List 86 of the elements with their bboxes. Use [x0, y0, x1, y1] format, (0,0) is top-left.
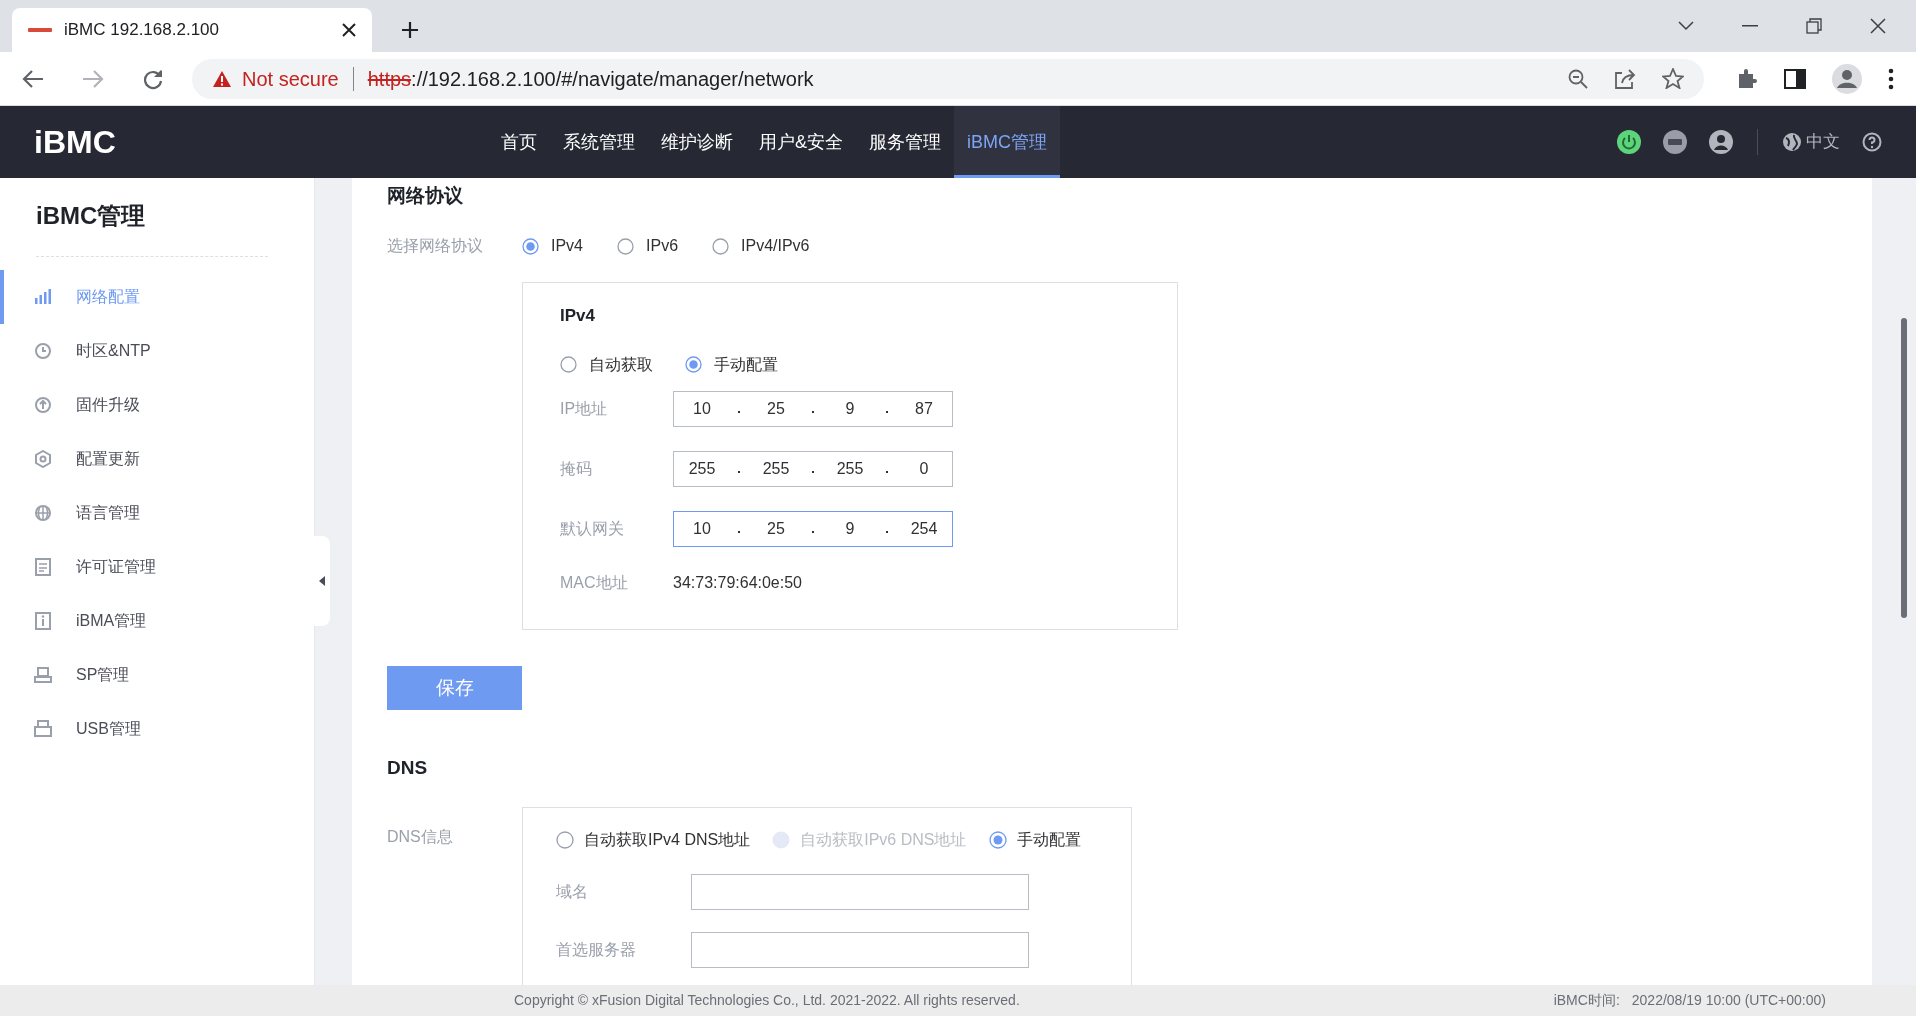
tab-search-icon[interactable]: [1678, 21, 1694, 31]
time-value: 2022/08/19 10:00 (UTC+00:00): [1631, 991, 1826, 1010]
hexagon-icon: [34, 450, 52, 468]
sidebar-title: iBMC管理: [36, 201, 147, 231]
star-icon[interactable]: [1662, 68, 1684, 89]
radio-label: 手动配置: [714, 354, 778, 375]
sidebar-item[interactable]: 时区&NTP: [0, 324, 314, 378]
share-icon[interactable]: [1614, 68, 1636, 89]
input-field[interactable]: [691, 873, 1029, 910]
profile-icon[interactable]: [1832, 63, 1862, 94]
help-icon[interactable]: [1862, 132, 1882, 152]
nav-tab[interactable]: 首页: [488, 106, 550, 178]
browser-tab[interactable]: iBMC 192.168.2.100: [12, 8, 372, 52]
drive-icon: [34, 720, 52, 738]
nav-tab[interactable]: 系统管理: [550, 106, 648, 178]
restore-icon[interactable]: [1806, 18, 1822, 34]
favicon-icon: [28, 26, 52, 34]
input-field[interactable]: [691, 931, 1029, 968]
ip-address-field[interactable]: 255 255 255 0: [673, 450, 953, 487]
minimize-icon[interactable]: [1742, 25, 1758, 27]
clock-icon: [34, 342, 52, 360]
close-icon[interactable]: [1870, 18, 1886, 34]
radio-label: 自动获取IPv4 DNS地址: [584, 829, 751, 850]
security-warning: Not secure: [242, 66, 339, 92]
radio-label: IPv6: [646, 236, 679, 256]
extensions-icon[interactable]: [1736, 67, 1758, 90]
nav-tab[interactable]: 用户&安全: [746, 106, 856, 178]
sidebar-item[interactable]: 固件升级: [0, 378, 314, 432]
url-text: https://192.168.2.100/#/navigate/manager/network: [367, 66, 814, 92]
power-icon[interactable]: [1617, 130, 1641, 154]
logo: iBMC: [34, 123, 117, 162]
radio-label: IPv4: [551, 236, 583, 256]
radio-label: 自动获取: [589, 354, 653, 375]
radio-label: 自动获取IPv6 DNS地址: [800, 829, 967, 850]
panel-title: IPv4: [560, 305, 596, 327]
printer-icon: [34, 666, 52, 684]
radio-button[interactable]: [556, 830, 574, 849]
ip-address-field[interactable]: 10 25 9 87: [673, 390, 953, 427]
warning-icon: [212, 69, 232, 88]
zoom-icon[interactable]: [1568, 68, 1588, 89]
close-icon[interactable]: [342, 23, 356, 37]
field-label: 默认网关: [560, 518, 625, 539]
language-link[interactable]: 中文: [1806, 129, 1840, 155]
info-icon: [34, 612, 52, 630]
field-label: IP地址: [560, 398, 609, 419]
radio-button[interactable]: [560, 356, 577, 373]
collapse-handle[interactable]: [314, 536, 330, 626]
sidebar-item[interactable]: iBMA管理: [0, 594, 314, 648]
upload-icon: [34, 396, 52, 414]
side-panel-icon[interactable]: [1784, 68, 1806, 89]
radio-button[interactable]: [685, 356, 702, 373]
radio-button[interactable]: [522, 237, 539, 255]
nav-tab[interactable]: 服务管理: [856, 106, 954, 178]
sidebar-item[interactable]: 配置更新: [0, 432, 314, 486]
time-label: iBMC时间:: [1553, 991, 1620, 1010]
field-label: 首选服务器: [556, 939, 637, 960]
sidebar-item[interactable]: 语言管理: [0, 486, 314, 540]
user-icon[interactable]: [1709, 130, 1733, 154]
mac-address: 34:73:79:64:0e:50: [673, 572, 802, 593]
new-tab-icon[interactable]: [400, 20, 420, 40]
sidebar-item[interactable]: USB管理: [0, 702, 314, 756]
copyright-text: Copyright © xFusion Digital Technologies Co., Ltd. 2021-2022. All rights reserved.: [514, 991, 1020, 1010]
radio-button[interactable]: [712, 237, 730, 255]
radio-button[interactable]: [988, 830, 1007, 849]
sidebar-item[interactable]: 许可证管理: [0, 540, 314, 594]
section-title: DNS: [387, 756, 429, 780]
radio-button[interactable]: [617, 237, 634, 255]
field-label: 域名: [556, 881, 589, 902]
radio-label: IPv4/IPv6: [741, 236, 810, 256]
field-label: 掩码: [560, 458, 593, 479]
ip-address-field[interactable]: 10 25 9 254: [673, 510, 953, 547]
nav-tab[interactable]: iBMC管理: [954, 106, 1060, 178]
tab-title: iBMC 192.168.2.100: [64, 19, 220, 42]
section-title: 网络协议: [387, 184, 464, 208]
nav-tab[interactable]: 维护诊断: [648, 106, 746, 178]
scrollbar-thumb[interactable]: [1901, 318, 1907, 618]
menu-icon[interactable]: [1888, 67, 1894, 90]
document-icon: [34, 558, 52, 576]
field-label: MAC地址: [560, 572, 629, 593]
address-bar[interactable]: Not secure https://192.168.2.100/#/navigate/manager/network: [192, 58, 1704, 99]
bar-chart-icon: [34, 288, 52, 306]
field-label: DNS信息: [387, 826, 454, 847]
back-icon[interactable]: [22, 68, 44, 89]
field-label: 选择网络协议: [387, 236, 484, 256]
radio-label: 手动配置: [1016, 829, 1081, 850]
sidebar-item[interactable]: SP管理: [0, 648, 314, 702]
